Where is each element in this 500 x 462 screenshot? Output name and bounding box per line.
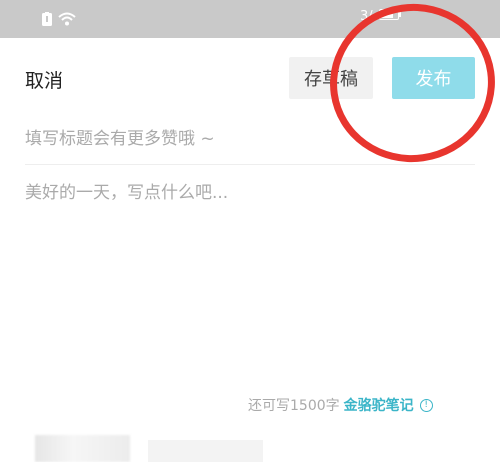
battery-icon <box>42 11 52 30</box>
content-input[interactable]: 美好的一天，写点什么吧... <box>25 178 475 212</box>
battery-level-icon <box>378 9 401 24</box>
footer-row: 还可写1500字 金骆驼笔记 ! <box>248 395 433 415</box>
title-input[interactable]: 填写标题会有更多赞哦 ~ <box>25 124 475 158</box>
save-draft-button[interactable]: 存草稿 <box>289 57 373 99</box>
publish-button[interactable]: 发布 <box>392 57 475 99</box>
info-icon[interactable]: ! <box>419 398 433 412</box>
remaining-count: 还可写1500字 <box>248 398 340 414</box>
image-thumbnail[interactable] <box>35 435 130 462</box>
status-bar: 3/ <box>0 0 500 38</box>
guide-link[interactable]: 金骆驼笔记 <box>344 395 414 415</box>
image-thumbnail-placeholder[interactable] <box>148 440 263 462</box>
status-right: 3/ <box>360 9 401 24</box>
status-left-icons <box>42 11 76 30</box>
status-time: 3/ <box>360 9 373 24</box>
divider <box>25 164 475 165</box>
wifi-icon <box>58 11 76 30</box>
cancel-button[interactable]: 取消 <box>25 66 63 93</box>
